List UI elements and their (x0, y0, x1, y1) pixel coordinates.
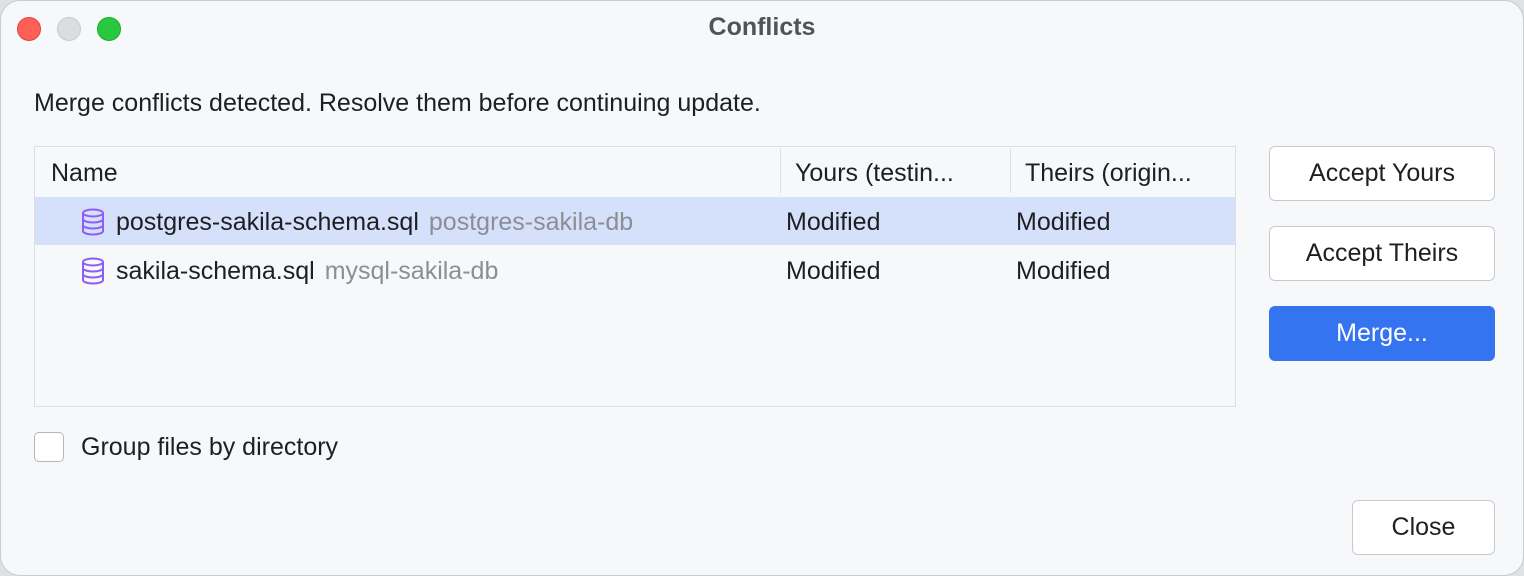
conflicts-dialog: Conflicts Merge conflicts detected. Reso… (0, 0, 1524, 576)
database-icon (82, 208, 104, 236)
yours-status: Modified (786, 257, 881, 285)
file-cell: postgres-sakila-schema.sql postgres-sakil… (116, 197, 633, 247)
close-button[interactable]: Close (1352, 500, 1495, 555)
file-directory: postgres-sakila-db (428, 208, 634, 236)
table-row[interactable]: sakila-schema.sql mysql-sakila-db Modifie… (35, 246, 1235, 294)
file-cell: sakila-schema.sql mysql-sakila-db (116, 246, 498, 296)
table-row[interactable]: postgres-sakila-schema.sql postgres-sakil… (35, 197, 1235, 245)
window-title: Conflicts (708, 13, 816, 41)
conflicts-table: Name Yours (testin... Theirs (origin... … (34, 146, 1236, 407)
column-divider[interactable] (780, 149, 781, 193)
table-header: Name Yours (testin... Theirs (origin... (35, 147, 1235, 195)
yours-status: Modified (786, 208, 881, 236)
accept-yours-button[interactable]: Accept Yours (1269, 146, 1495, 201)
group-by-directory-label[interactable]: Group files by directory (81, 432, 338, 463)
column-header-yours[interactable]: Yours (testin... (795, 147, 1005, 195)
column-header-name[interactable]: Name (51, 147, 771, 195)
column-divider[interactable] (1010, 149, 1011, 193)
file-directory: mysql-sakila-db (324, 257, 499, 285)
theirs-status: Modified (1016, 208, 1111, 236)
merge-button[interactable]: Merge... (1269, 306, 1495, 361)
file-name: sakila-schema.sql (116, 257, 315, 285)
column-header-theirs[interactable]: Theirs (origin... (1025, 147, 1230, 195)
conflict-message: Merge conflicts detected. Resolve them b… (34, 89, 761, 117)
group-by-directory-checkbox[interactable] (34, 432, 64, 462)
theirs-status: Modified (1016, 257, 1111, 285)
file-name: postgres-sakila-schema.sql (116, 208, 419, 236)
title-bar: Conflicts (1, 1, 1523, 57)
database-icon (82, 257, 104, 285)
accept-theirs-button[interactable]: Accept Theirs (1269, 226, 1495, 281)
